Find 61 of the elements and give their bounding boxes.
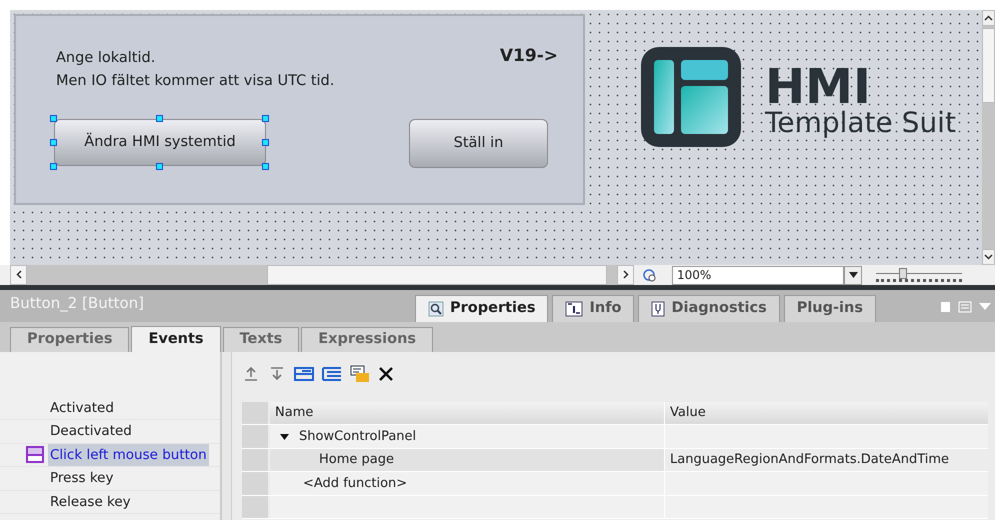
selection-handle[interactable]: [50, 115, 57, 122]
inspector-tab[interactable]: Properties: [415, 295, 548, 322]
info-icon: [565, 301, 584, 317]
properties-tab[interactable]: Texts: [222, 327, 300, 352]
stethoscope-icon: [651, 301, 666, 317]
selection-handle[interactable]: [156, 115, 163, 122]
properties-tab[interactable]: Expressions: [301, 327, 434, 352]
caret-icon: [848, 272, 858, 278]
event-item[interactable]: Deactivated: [48, 420, 134, 443]
scroll-up-button[interactable]: [982, 10, 995, 26]
selection-handle[interactable]: [262, 115, 269, 122]
event-item[interactable]: Press key: [48, 467, 116, 490]
selection-handle[interactable]: [262, 163, 269, 170]
scrollbar-track[interactable]: [607, 265, 617, 285]
chevron-left-icon: [16, 270, 22, 279]
column-header: Name: [270, 402, 665, 424]
hmi-button[interactable]: Ändra HMI systemtid: [54, 119, 266, 166]
function-name[interactable]: <Add function>: [303, 474, 408, 494]
inspector-tab[interactable]: Diagnostics: [638, 295, 780, 322]
hmi-button[interactable]: Ställ in: [409, 119, 548, 168]
parameter-value: LanguageRegionAndFormats.DateAndTime: [670, 451, 950, 470]
inspector-tab[interactable]: Info: [552, 295, 634, 322]
logo-icon: [641, 47, 741, 147]
expand-arrow-icon[interactable]: [280, 434, 289, 440]
search-icon: [428, 301, 444, 317]
scrollbar-thumb[interactable]: [267, 265, 607, 285]
zoom-slider[interactable]: [876, 268, 962, 282]
properties-tab[interactable]: Events: [131, 326, 221, 352]
properties-tab[interactable]: Properties: [10, 327, 130, 352]
selection-handle[interactable]: [262, 139, 269, 146]
inspector-tab[interactable]: Plug-ins: [784, 295, 876, 322]
zoom-icon[interactable]: [642, 267, 658, 283]
event-item[interactable]: Release key: [48, 490, 133, 513]
selection-handle[interactable]: [156, 163, 163, 170]
version-label: V19->: [500, 45, 558, 68]
scrollbar-thumb[interactable]: [982, 28, 995, 103]
inspector-title: Button_2 [Button]: [9, 292, 146, 314]
scroll-right-button[interactable]: [617, 265, 634, 285]
script-icon[interactable]: [350, 365, 370, 383]
dropdown-button[interactable]: [844, 266, 862, 284]
instruction-text: Ange lokaltid. Men IO fältet kommer att visa UTC tid.: [56, 49, 334, 91]
scroll-left-button[interactable]: [10, 265, 27, 285]
zoom-field[interactable]: 100%: [672, 266, 844, 284]
move-down-icon[interactable]: [268, 366, 286, 382]
chevron-up-icon: [984, 14, 993, 21]
move-up-icon[interactable]: [242, 366, 260, 382]
event-item[interactable]: Activated: [48, 397, 116, 420]
function-name[interactable]: ShowControlPanel: [299, 426, 416, 446]
selection-handle[interactable]: [50, 139, 57, 146]
parameter-name: Home page: [319, 451, 394, 470]
vertical-scrollbar[interactable]: [982, 10, 995, 265]
row-header: [242, 402, 270, 424]
list-icon[interactable]: [322, 366, 342, 382]
slider-thumb[interactable]: [899, 268, 908, 279]
scroll-down-button[interactable]: [982, 249, 995, 265]
selection-handle[interactable]: [50, 163, 57, 170]
collapse-icon[interactable]: [294, 366, 314, 382]
chevron-down-icon: [984, 254, 993, 260]
event-item[interactable]: Click left mouse button: [48, 444, 209, 466]
chevron-right-icon: [622, 270, 628, 279]
delete-icon[interactable]: [378, 366, 394, 382]
